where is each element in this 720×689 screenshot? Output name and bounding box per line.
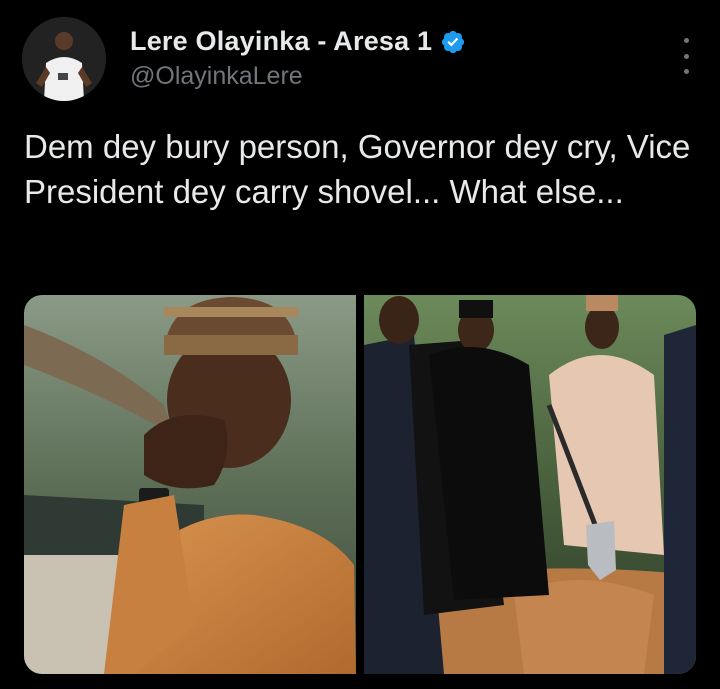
author-name-row: Lere Olayinka - Aresa 1: [130, 26, 466, 57]
media-photo-2[interactable]: [364, 295, 696, 674]
more-dot: [683, 53, 689, 59]
author-display-name[interactable]: Lere Olayinka - Aresa 1: [130, 26, 432, 57]
more-dot: [683, 69, 689, 74]
more-dot: [683, 38, 689, 43]
author-avatar[interactable]: [22, 17, 106, 101]
verified-badge-icon: [442, 30, 465, 53]
more-options-icon[interactable]: [678, 38, 694, 74]
photo-crying-man: [24, 295, 356, 674]
tweet-media: [24, 295, 696, 674]
media-photo-1[interactable]: [24, 295, 356, 674]
avatar-image: [22, 17, 106, 101]
tweet-text: Dem dey bury person, Governor dey cry, V…: [24, 128, 691, 210]
photo-burial-shovel: [364, 295, 696, 674]
author-handle[interactable]: @OlayinkaLere: [130, 62, 303, 91]
